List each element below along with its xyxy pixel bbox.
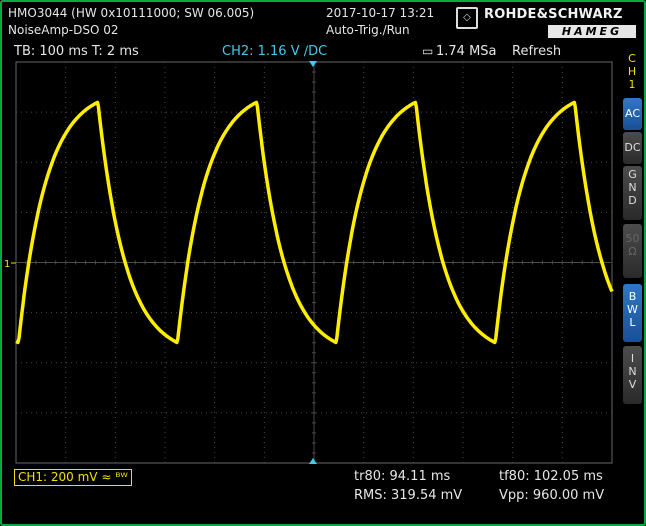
- measurement-bar: CH1: 200 mV ≈ ᴮᵂ tr80: 94.11 ms tf80: 10…: [10, 465, 610, 515]
- ch1-offset-marker[interactable]: 1: [4, 259, 10, 270]
- vpp-measurement: Vpp: 960.00 mV: [499, 488, 605, 503]
- tr80-measurement: tr80: 94.11 ms: [354, 469, 451, 484]
- coupling-gnd-button[interactable]: G N D: [623, 166, 642, 220]
- tf80-measurement: tf80: 102.05 ms: [499, 469, 603, 484]
- graticule: [15, 61, 613, 464]
- channel-label: C H 1: [627, 52, 637, 91]
- invert-button[interactable]: I N V: [623, 346, 642, 404]
- bandwidth-limit-button[interactable]: B W L: [623, 284, 642, 342]
- waveform-display[interactable]: 1: [0, 0, 646, 526]
- rms-measurement: RMS: 319.54 mV: [354, 488, 463, 503]
- channel-sidebar: C H 1 AC DC G N D 50 Ω B W L I N V: [622, 52, 642, 522]
- ch1-scale-readout[interactable]: CH1: 200 mV ≈ ᴮᵂ: [14, 469, 132, 486]
- time-reference-marker[interactable]: [309, 458, 317, 464]
- coupling-ac-button[interactable]: AC: [623, 98, 642, 130]
- impedance-50-button[interactable]: 50 Ω: [623, 224, 642, 278]
- trigger-position-marker[interactable]: [309, 61, 317, 67]
- coupling-dc-button[interactable]: DC: [623, 132, 642, 164]
